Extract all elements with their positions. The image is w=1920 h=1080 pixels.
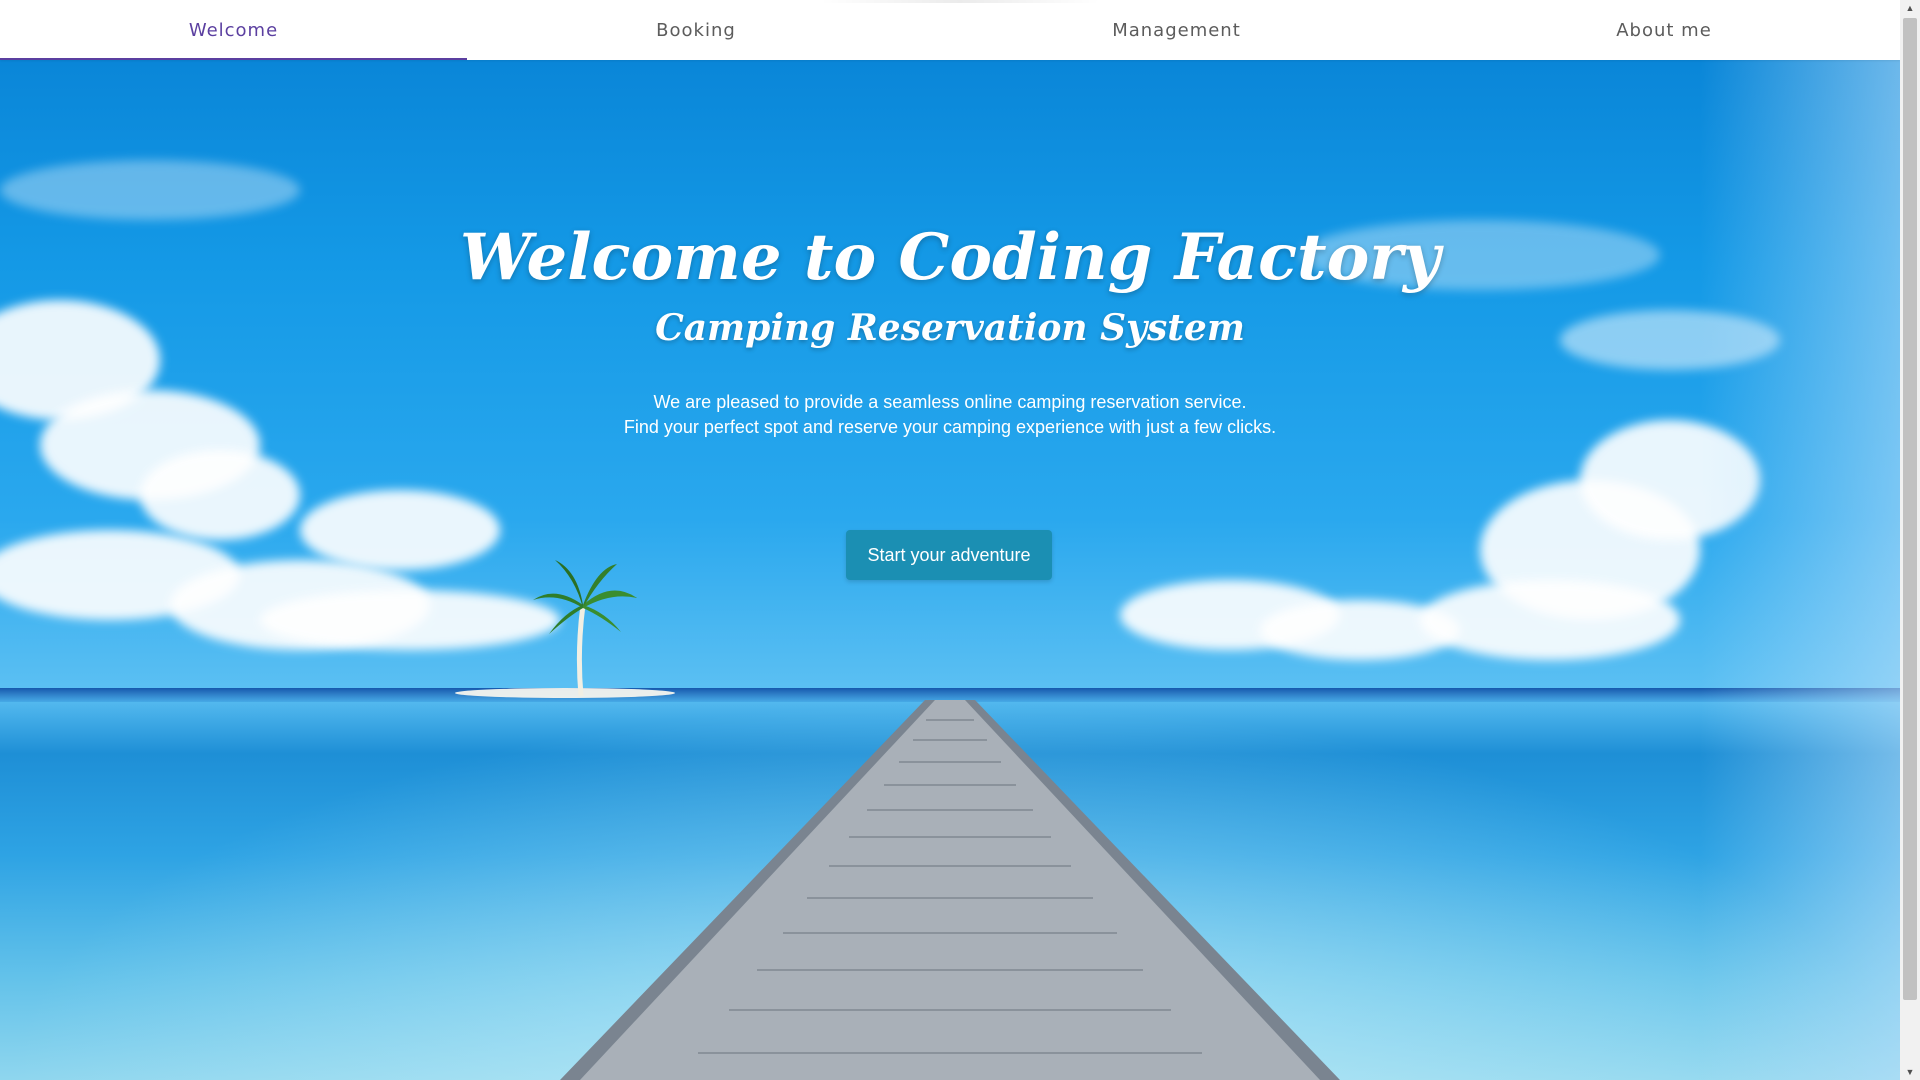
page-subtitle: Camping Reservation System bbox=[655, 307, 1245, 349]
cloud bbox=[1420, 580, 1680, 660]
page-title: Welcome to Coding Factory bbox=[459, 220, 1441, 295]
cloud bbox=[0, 160, 300, 220]
cloud bbox=[300, 490, 500, 570]
nav-shadow-hint bbox=[820, 0, 1100, 3]
cloud bbox=[260, 590, 560, 650]
wooden-pier bbox=[560, 700, 1340, 1080]
vertical-scrollbar[interactable]: ▲ ▼ bbox=[1900, 0, 1920, 1080]
scrollbar-thumb[interactable] bbox=[1903, 18, 1917, 1000]
start-adventure-button[interactable]: Start your adventure bbox=[846, 530, 1052, 580]
tab-management[interactable]: Management bbox=[925, 0, 1428, 60]
tab-about-me[interactable]: About me bbox=[1428, 0, 1900, 60]
scroll-down-arrow-icon[interactable]: ▼ bbox=[1900, 1064, 1920, 1080]
palm-tree-icon bbox=[533, 560, 637, 697]
cloud bbox=[140, 450, 300, 540]
intro-text: We are pleased to provide a seamless onl… bbox=[0, 390, 1900, 440]
tab-booking[interactable]: Booking bbox=[467, 0, 925, 60]
scroll-up-arrow-icon[interactable]: ▲ bbox=[1900, 0, 1920, 16]
intro-line: Find your perfect spot and reserve your … bbox=[623, 417, 1277, 437]
hero-section: Welcome to Coding Factory Camping Reserv… bbox=[0, 60, 1900, 1080]
tab-welcome[interactable]: Welcome bbox=[0, 0, 467, 60]
intro-line: We are pleased to provide a seamless onl… bbox=[653, 392, 1247, 412]
top-navigation: Welcome Booking Management About me bbox=[0, 0, 1900, 60]
